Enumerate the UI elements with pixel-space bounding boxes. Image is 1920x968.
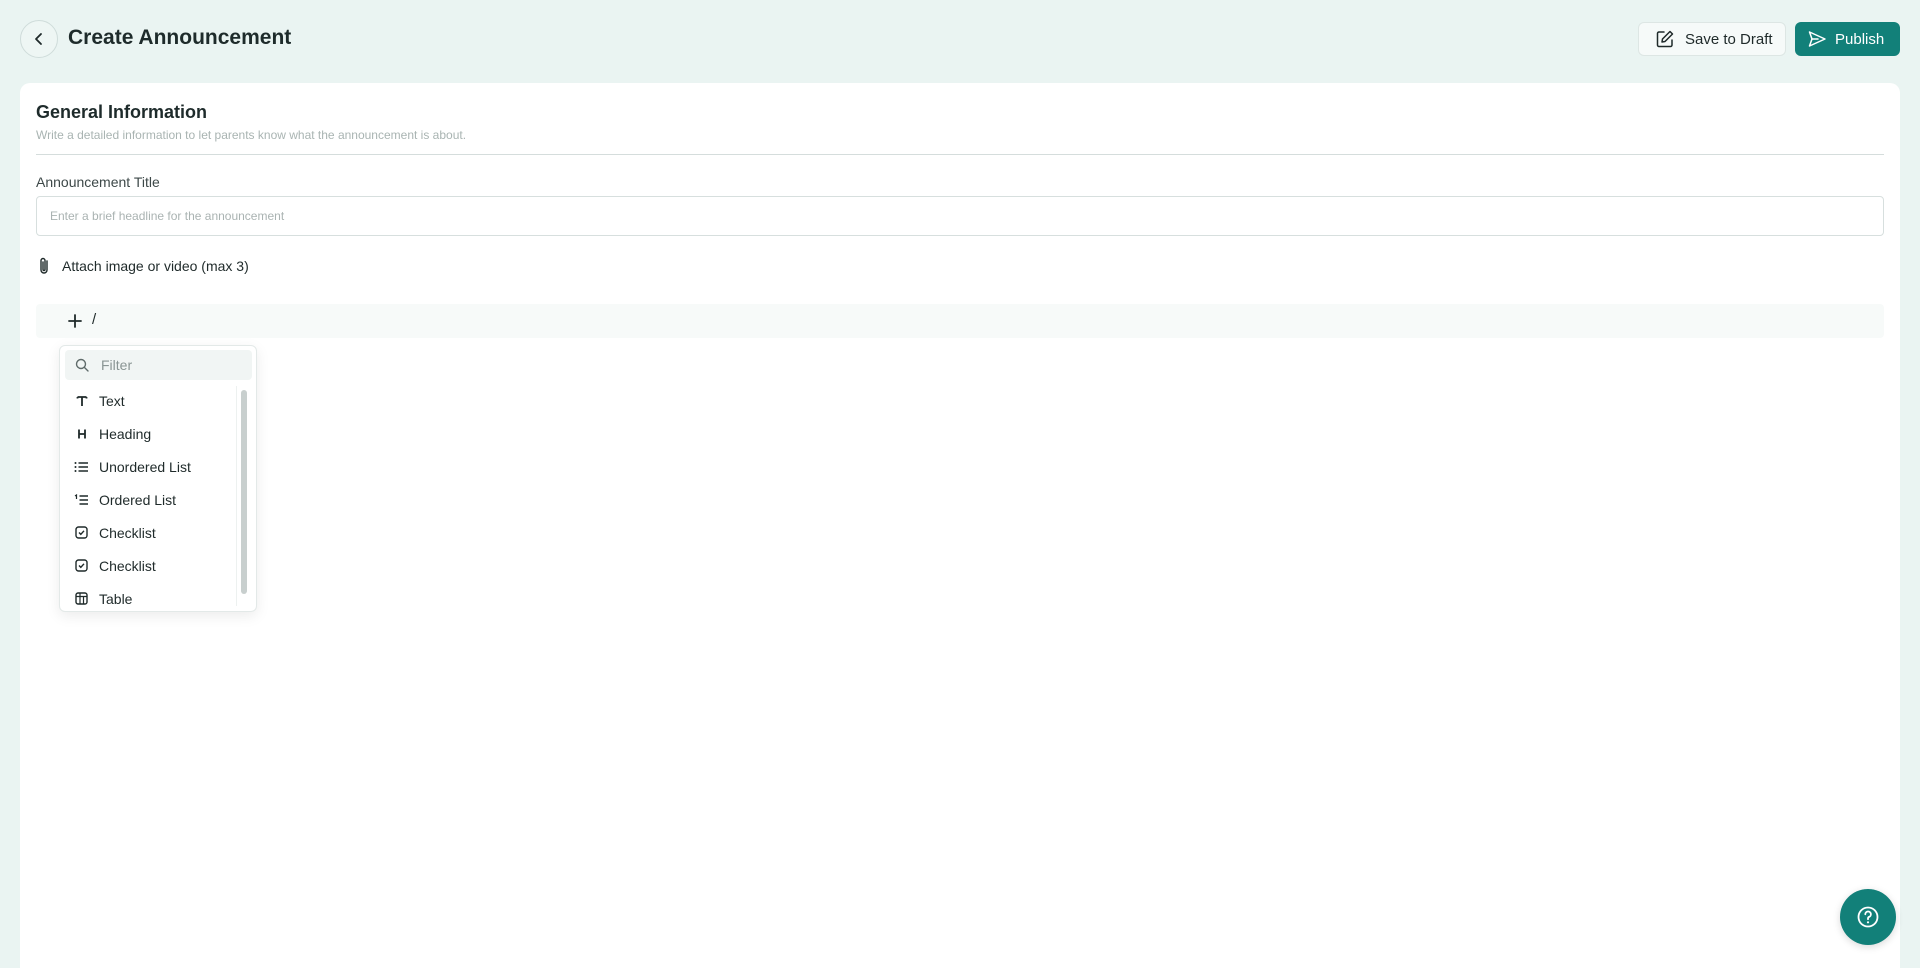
publish-label: Publish bbox=[1835, 30, 1885, 48]
menu-item-heading[interactable]: Heading bbox=[60, 417, 240, 450]
attach-media-label: Attach image or video (max 3) bbox=[62, 258, 249, 274]
announcement-title-input[interactable] bbox=[36, 196, 1884, 236]
publish-button[interactable]: Publish bbox=[1795, 22, 1900, 56]
help-button[interactable] bbox=[1840, 889, 1896, 945]
menu-scrollbar-thumb[interactable] bbox=[241, 390, 247, 594]
section-title: General Information bbox=[36, 102, 208, 122]
filter-input[interactable] bbox=[101, 357, 231, 373]
heading-icon bbox=[74, 426, 89, 441]
menu-item-unordered-list[interactable]: Unordered List bbox=[60, 450, 240, 483]
paperclip-icon bbox=[40, 257, 48, 274]
ordered-list-icon bbox=[74, 492, 89, 507]
section-subtitle: Write a detailed information to let pare… bbox=[36, 128, 467, 142]
general-information-card: General Information Write a detailed inf… bbox=[20, 83, 1900, 968]
menu-item-label: Heading bbox=[99, 425, 152, 442]
menu-item-label: Checklist bbox=[99, 524, 156, 541]
checklist-icon bbox=[74, 558, 89, 573]
unordered-list-icon bbox=[74, 459, 89, 474]
save-to-draft-label: Save to Draft bbox=[1685, 30, 1773, 48]
table-icon bbox=[74, 591, 89, 606]
save-to-draft-button[interactable]: Save to Draft bbox=[1638, 22, 1786, 56]
block-type-menu: Text Heading Unordered List Ordered List… bbox=[59, 345, 257, 612]
back-button[interactable] bbox=[20, 20, 58, 58]
search-icon bbox=[75, 358, 89, 372]
add-block-button[interactable] bbox=[66, 312, 84, 330]
send-icon bbox=[1808, 31, 1826, 47]
menu-scrollbar[interactable] bbox=[236, 386, 250, 606]
checklist-icon bbox=[74, 525, 89, 540]
attach-media-button[interactable]: Attach image or video (max 3) bbox=[36, 254, 249, 278]
menu-item-label: Table bbox=[99, 590, 133, 607]
menu-item-checklist[interactable]: Checklist bbox=[60, 516, 240, 549]
filter-box[interactable] bbox=[65, 350, 252, 380]
edit-icon bbox=[1656, 30, 1674, 48]
menu-item-label: Unordered List bbox=[99, 458, 191, 475]
section-divider bbox=[36, 154, 1884, 155]
plus-icon bbox=[68, 314, 82, 328]
menu-item-label: Text bbox=[99, 392, 125, 409]
menu-item-ordered-list[interactable]: Ordered List bbox=[60, 483, 240, 516]
page-header: Create Announcement Save to Draft Publis… bbox=[0, 0, 1920, 78]
menu-item-label: Ordered List bbox=[99, 491, 177, 508]
menu-item-label: Checklist bbox=[99, 557, 156, 574]
editor-block[interactable]: / bbox=[36, 304, 1884, 338]
menu-list: Text Heading Unordered List Ordered List… bbox=[60, 384, 240, 611]
page-title: Create Announcement bbox=[68, 26, 292, 49]
text-icon bbox=[74, 393, 89, 408]
menu-item-text[interactable]: Text bbox=[60, 384, 240, 417]
menu-item-table[interactable]: Table bbox=[60, 582, 240, 611]
chevron-left-icon bbox=[35, 33, 42, 45]
editor-text[interactable]: / bbox=[92, 311, 96, 328]
announcement-title-label: Announcement Title bbox=[36, 174, 160, 190]
help-icon bbox=[1857, 906, 1879, 928]
menu-item-checklist[interactable]: Checklist bbox=[60, 549, 240, 582]
